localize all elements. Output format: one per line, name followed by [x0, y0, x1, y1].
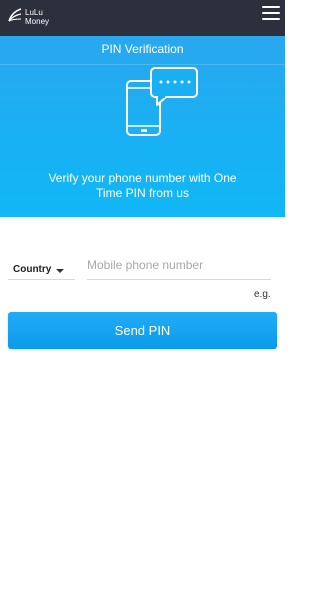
brand-line-1: LuLu: [25, 8, 43, 17]
send-pin-button[interactable]: Send PIN: [8, 312, 277, 349]
brand-line-2: Money: [25, 17, 50, 26]
brand-logo[interactable]: LuLu Money: [7, 6, 55, 30]
example-label: e.g.: [254, 289, 271, 300]
phone-message-icon: [126, 67, 198, 136]
country-label: Country: [13, 264, 52, 275]
page-title: PIN Verification: [0, 36, 285, 65]
country-select[interactable]: Country: [8, 262, 75, 280]
lulu-logo-icon: [8, 8, 22, 22]
hero-description: Verify your phone number with One Time P…: [48, 171, 237, 200]
caret-down-icon: [56, 269, 64, 273]
brand-name: LuLu Money: [25, 8, 49, 26]
hero-banner: PIN Verification Verify your phone numbe…: [0, 36, 285, 217]
top-bar: LuLu Money: [0, 0, 285, 36]
mobile-phone-input[interactable]: [87, 251, 271, 280]
hamburger-menu-icon[interactable]: [262, 6, 280, 20]
